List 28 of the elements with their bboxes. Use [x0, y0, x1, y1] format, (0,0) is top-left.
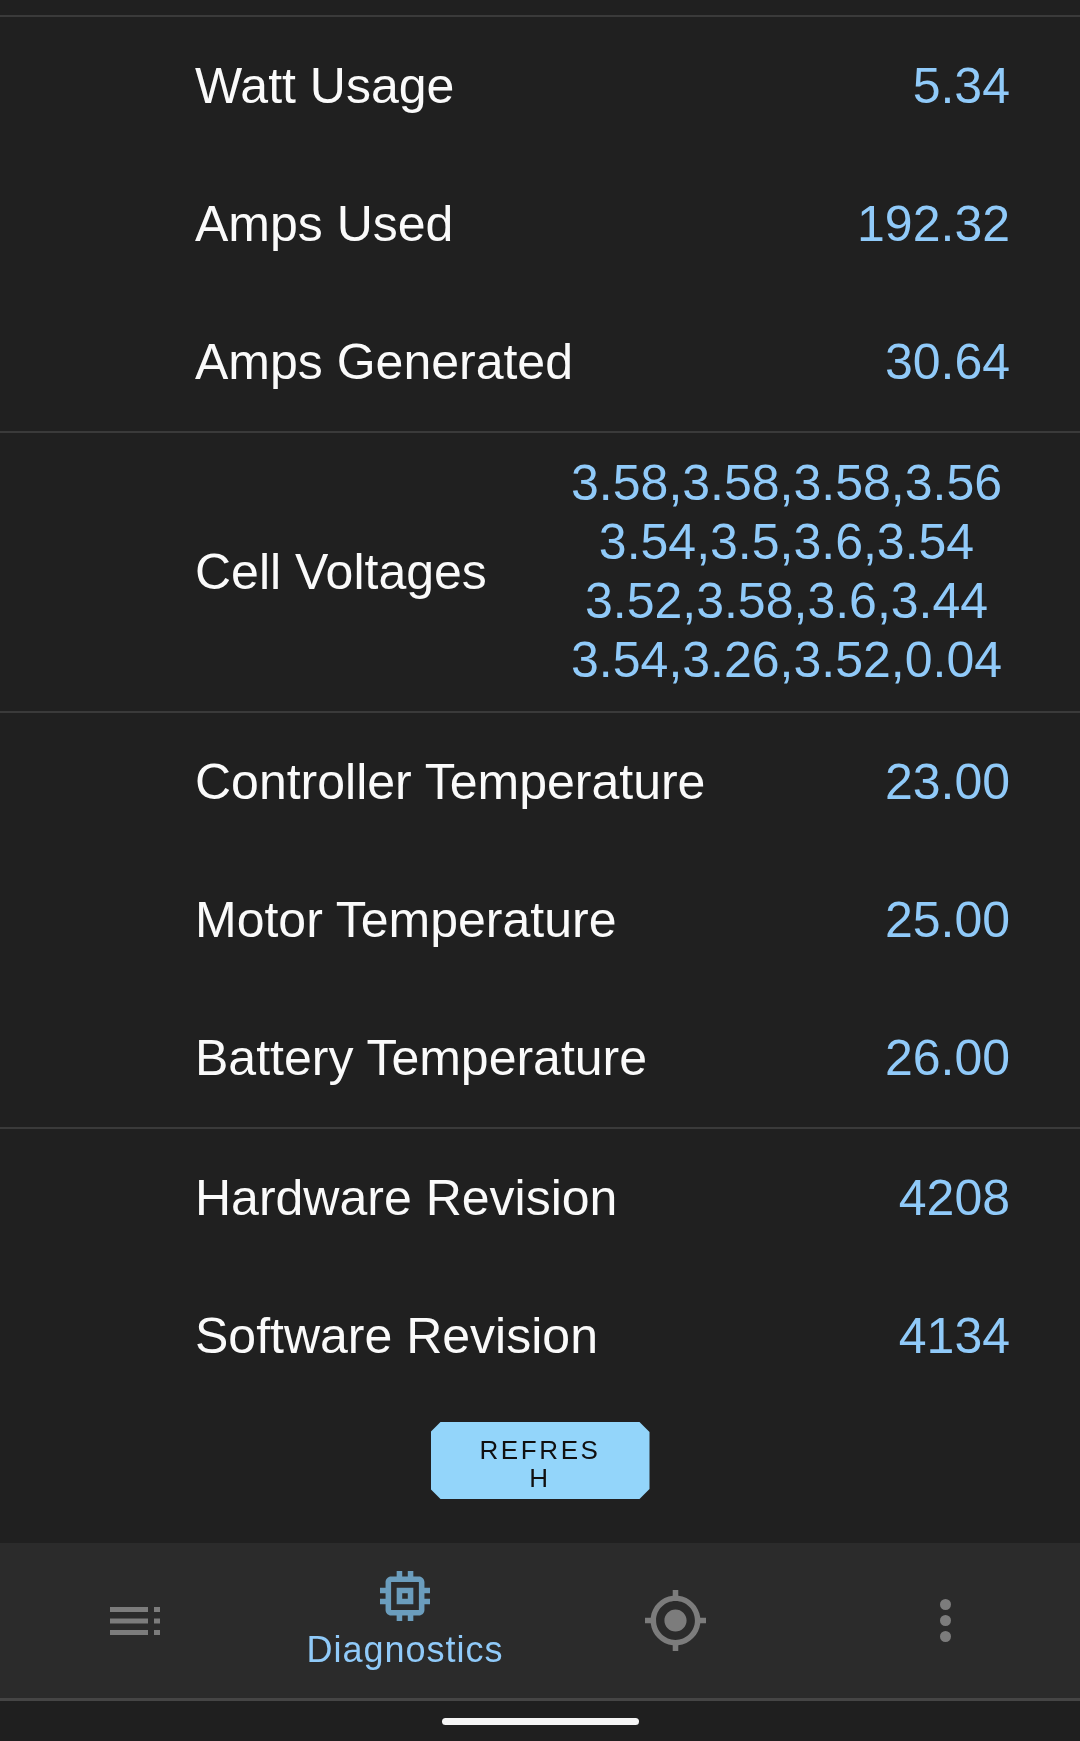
row-value-line: 3.54,3.26,3.52,0.04: [571, 631, 1002, 690]
more-icon: [939, 1599, 951, 1642]
row-label: Motor Temperature: [195, 891, 617, 950]
row-value: 5.34: [912, 57, 1010, 116]
chip-icon: [380, 1570, 430, 1621]
row-label: Controller Temperature: [195, 753, 706, 812]
row-label: Hardware Revision: [195, 1169, 618, 1228]
row-value-line: 3.54,3.5,3.6,3.54: [598, 513, 975, 572]
row-value-line: 3.52,3.58,3.6,3.44: [584, 572, 989, 631]
row-value-line: 3.58,3.58,3.58,3.56: [571, 454, 1002, 513]
row-value: 4134: [898, 1307, 1010, 1366]
row-value: 4208: [898, 1169, 1010, 1228]
refresh-button[interactable]: REFRESH: [430, 1422, 650, 1499]
row-label: Amps Generated: [195, 333, 573, 392]
home-gesture-bar[interactable]: [441, 1717, 639, 1725]
row-value: 30.64: [884, 333, 1010, 392]
row-value: 25.00: [884, 891, 1010, 950]
row-value: 192.32: [857, 195, 1010, 254]
row-label: Watt Usage: [195, 57, 455, 116]
list-icon: [110, 1606, 160, 1635]
row-value: 23.00: [884, 753, 1010, 812]
row-label: Cell Voltages: [195, 543, 487, 602]
row-label: Software Revision: [195, 1307, 598, 1366]
row-value: 26.00: [884, 1029, 1010, 1088]
row-label: Amps Used: [195, 195, 454, 254]
row-label: Battery Temperature: [195, 1029, 648, 1088]
target-icon: [644, 1590, 706, 1651]
nav-tab[interactable]: Diagnostics: [270, 1543, 540, 1698]
